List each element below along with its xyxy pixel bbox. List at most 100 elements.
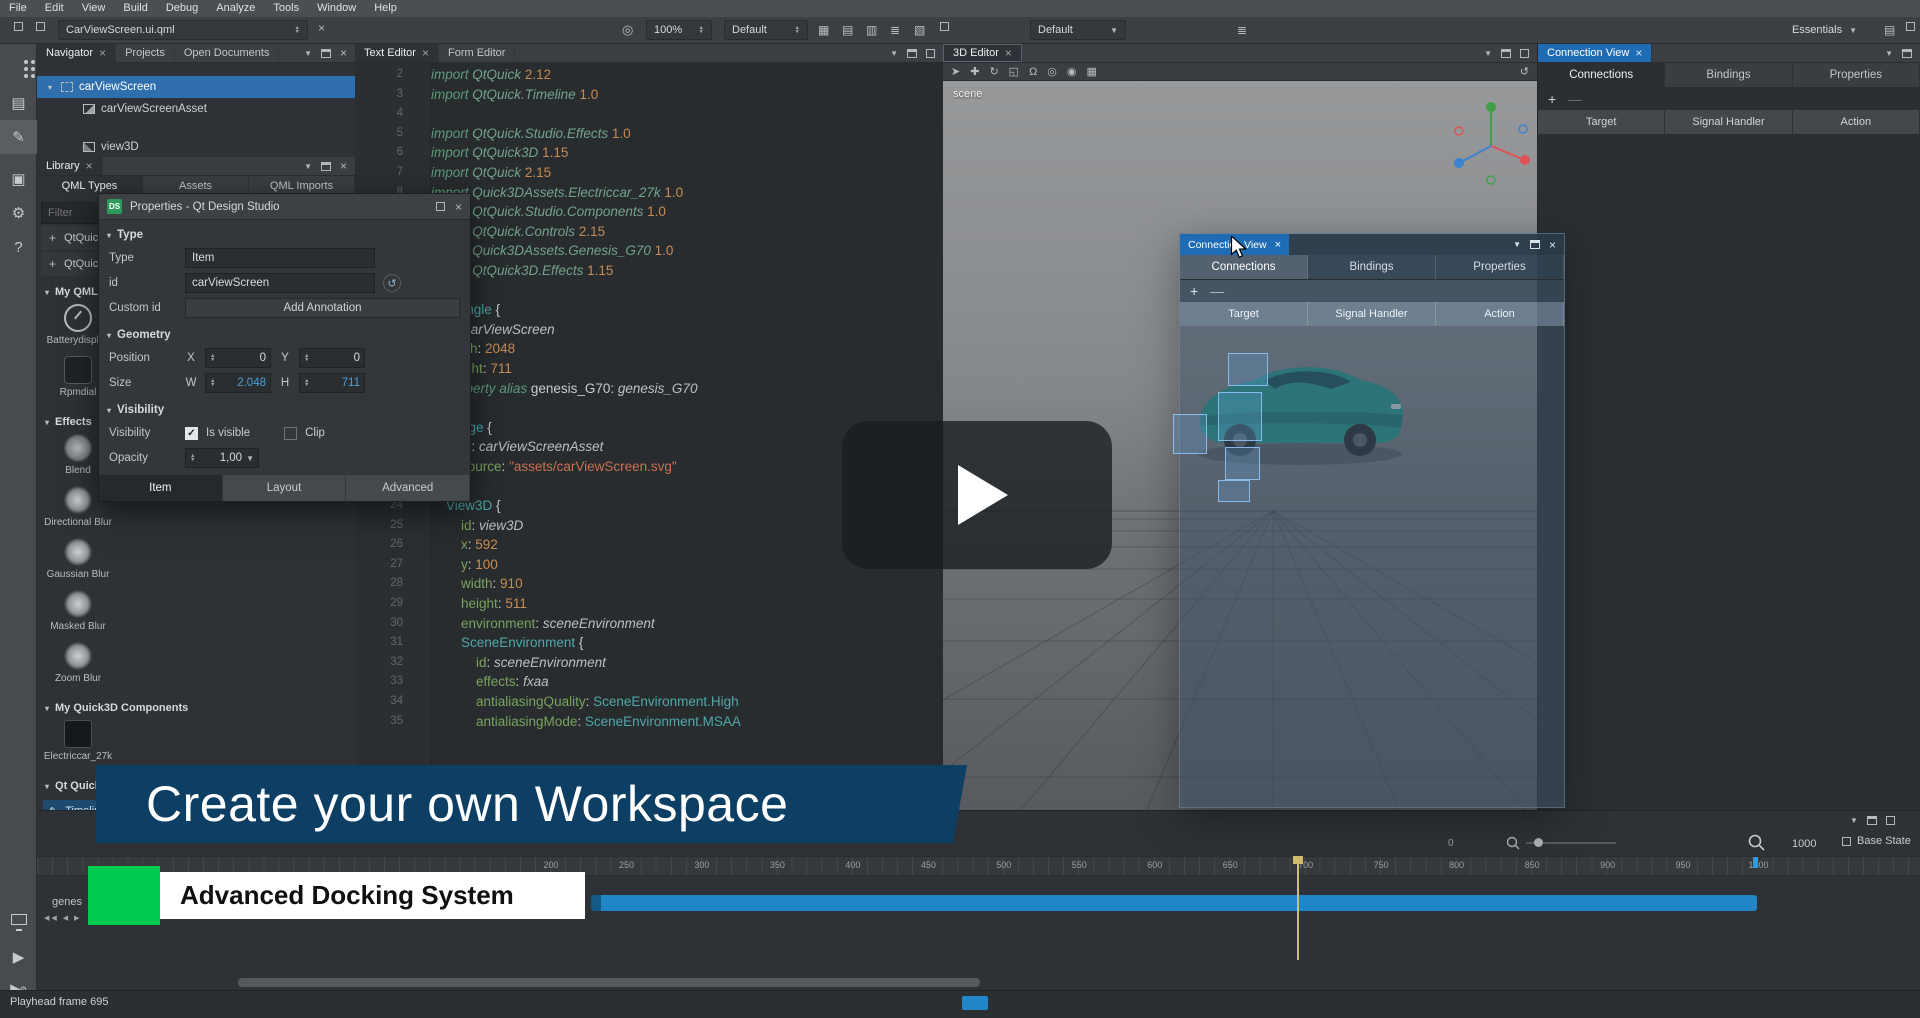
feedback-icon[interactable] — [1906, 22, 1915, 31]
chevron-down-icon[interactable]: ▼ — [1850, 816, 1858, 825]
end-frame-marker[interactable] — [1753, 857, 1758, 868]
menu-view[interactable]: View — [73, 0, 115, 17]
run-indicator-icon[interactable]: ◎ — [622, 22, 633, 38]
kit-monitor-icon[interactable] — [0, 902, 37, 936]
id-field[interactable]: carViewScreen — [185, 273, 375, 293]
reset-view-icon[interactable]: ↺ — [1520, 65, 1529, 78]
tab-navigator[interactable]: Navigator× — [37, 44, 116, 62]
plus-icon[interactable]: + — [49, 257, 56, 271]
style-select[interactable]: Default ▲▼ — [724, 20, 808, 40]
help-mode-icon[interactable]: ? — [0, 230, 37, 264]
timeline-duration-bar[interactable] — [591, 895, 1757, 911]
close-icon[interactable]: × — [340, 160, 347, 172]
dialog-titlebar[interactable]: DS Properties - Qt Design Studio × — [99, 194, 470, 220]
close-icon[interactable]: × — [455, 201, 462, 213]
undock-icon[interactable] — [1501, 49, 1511, 58]
dock-indicator-tab[interactable] — [1218, 480, 1250, 502]
chevron-updown-icon[interactable]: ▲▼ — [699, 26, 704, 35]
width-input[interactable]: ▲▼2.048 — [205, 373, 271, 393]
show-bounds-icon[interactable]: ▥ — [866, 22, 877, 38]
library-section-my-quick3d-components[interactable]: ▾My Quick3D Components — [37, 698, 355, 718]
dock-indicator-bottom[interactable] — [1225, 447, 1260, 480]
home-icon[interactable] — [14, 22, 23, 31]
axis-gizmo[interactable] — [1446, 96, 1536, 186]
maximize-icon[interactable] — [1520, 49, 1529, 58]
floating-connection-view[interactable]: Connection View × ▼ × ConnectionsBinding… — [1179, 233, 1565, 808]
menu-window[interactable]: Window — [308, 0, 365, 17]
close-icon[interactable]: × — [86, 160, 93, 172]
maximize-icon[interactable] — [1886, 816, 1895, 825]
tab-item[interactable]: Item — [99, 475, 223, 501]
timeline-scrollbar[interactable] — [238, 978, 980, 987]
playhead-line[interactable] — [1297, 856, 1299, 960]
undock-icon[interactable] — [1530, 240, 1540, 249]
tree-item-view3d[interactable]: view3D — [37, 136, 355, 158]
library-item-masked-blur[interactable]: Masked Blur — [43, 588, 113, 640]
chevron-down-icon[interactable]: ▼ — [304, 162, 312, 171]
maximize-icon[interactable] — [926, 49, 935, 58]
close-icon[interactable]: × — [1005, 47, 1012, 59]
scale-tool-icon[interactable]: ◱ — [1009, 65, 1019, 78]
open-file-dropdown[interactable]: CarViewScreen.ui.qml ▲▼ — [58, 20, 308, 40]
tools-mode-icon[interactable]: ⚙ — [0, 196, 37, 230]
library-item-zoom-blur[interactable]: Zoom Blur — [43, 640, 113, 692]
dock-indicator-top[interactable] — [1228, 353, 1268, 386]
undock-icon[interactable] — [1902, 49, 1912, 58]
menu-file[interactable]: File — [0, 0, 36, 17]
y-input[interactable]: ▲▼0 — [299, 348, 365, 368]
menu-build[interactable]: Build — [114, 0, 156, 17]
tab-properties[interactable]: Properties — [1793, 63, 1920, 87]
menu-debug[interactable]: Debug — [157, 0, 207, 17]
track-transport-controls[interactable]: ◀◀ ◀ ▶ — [44, 914, 81, 922]
height-input[interactable]: ▲▼711 — [299, 373, 365, 393]
end-frame-value[interactable]: 1000 — [1792, 838, 1816, 850]
chevron-updown-icon[interactable]: ▲▼ — [795, 26, 800, 35]
tab-3d-editor[interactable]: 3D Editor × — [943, 44, 1022, 62]
playhead-handle[interactable] — [1293, 856, 1303, 864]
x-input[interactable]: ▲▼0 — [205, 348, 271, 368]
layout-icon[interactable] — [940, 22, 949, 31]
rotate-tool-icon[interactable]: ↻ — [989, 65, 998, 78]
video-play-button[interactable] — [842, 421, 1112, 569]
snap-guides-icon[interactable]: ▤ — [842, 22, 853, 38]
slider-handle[interactable] — [1534, 838, 1543, 847]
tab-form-editor[interactable]: Form Editor — [439, 44, 515, 62]
theme-select[interactable]: Default ▼ — [1030, 20, 1126, 40]
welcome-mode-icon[interactable] — [0, 52, 37, 86]
tab-text-editor[interactable]: Text Editor× — [355, 44, 439, 62]
tab-open-documents[interactable]: Open Documents — [175, 44, 280, 62]
grid-toggle-icon[interactable]: ▦ — [1087, 65, 1097, 78]
move-tool-icon[interactable]: ✚ — [970, 65, 979, 78]
caret-icon[interactable]: ▾ — [45, 83, 55, 92]
menu-help[interactable]: Help — [365, 0, 406, 17]
tab-layout[interactable]: Layout — [223, 475, 347, 501]
type-field[interactable]: Item — [185, 248, 375, 268]
run-button[interactable]: ▶ — [0, 940, 37, 974]
menu-analyze[interactable]: Analyze — [207, 0, 264, 17]
base-state-button[interactable]: Base State — [1842, 835, 1911, 847]
tab-connections[interactable]: Connections — [1538, 63, 1665, 87]
clip-checkbox[interactable] — [284, 427, 297, 440]
close-icon[interactable]: × — [99, 47, 106, 59]
close-icon[interactable]: × — [1549, 239, 1556, 251]
remove-connection-button[interactable]: — — [1568, 91, 1582, 107]
menu-tools[interactable]: Tools — [264, 0, 308, 17]
tab-properties[interactable]: Properties — [1436, 255, 1564, 279]
bookmark-icon[interactable] — [36, 22, 45, 31]
components-mode-icon[interactable]: ▣ — [0, 162, 37, 196]
tree-item-carviewscreenasset[interactable]: carViewScreenAsset — [37, 98, 355, 120]
list-icon[interactable]: ≣ — [1237, 22, 1247, 38]
close-icon[interactable]: × — [422, 47, 429, 59]
remove-connection-button[interactable]: — — [1210, 283, 1224, 299]
snap-grid-icon[interactable]: ▦ — [818, 22, 829, 38]
dock-indicator-center[interactable] — [1218, 392, 1262, 441]
maximize-icon[interactable] — [436, 202, 445, 211]
timeline-bar-start-cap[interactable] — [591, 895, 601, 911]
chevron-down-icon[interactable]: ▼ — [304, 49, 312, 58]
plus-icon[interactable]: + — [49, 231, 56, 245]
tab-bindings[interactable]: Bindings — [1308, 255, 1436, 279]
is-visible-checkbox[interactable]: ✓ — [185, 427, 198, 440]
tab-bindings[interactable]: Bindings — [1665, 63, 1792, 87]
add-connection-button[interactable]: + — [1548, 91, 1556, 107]
chevron-down-icon[interactable]: ▼ — [246, 454, 254, 463]
